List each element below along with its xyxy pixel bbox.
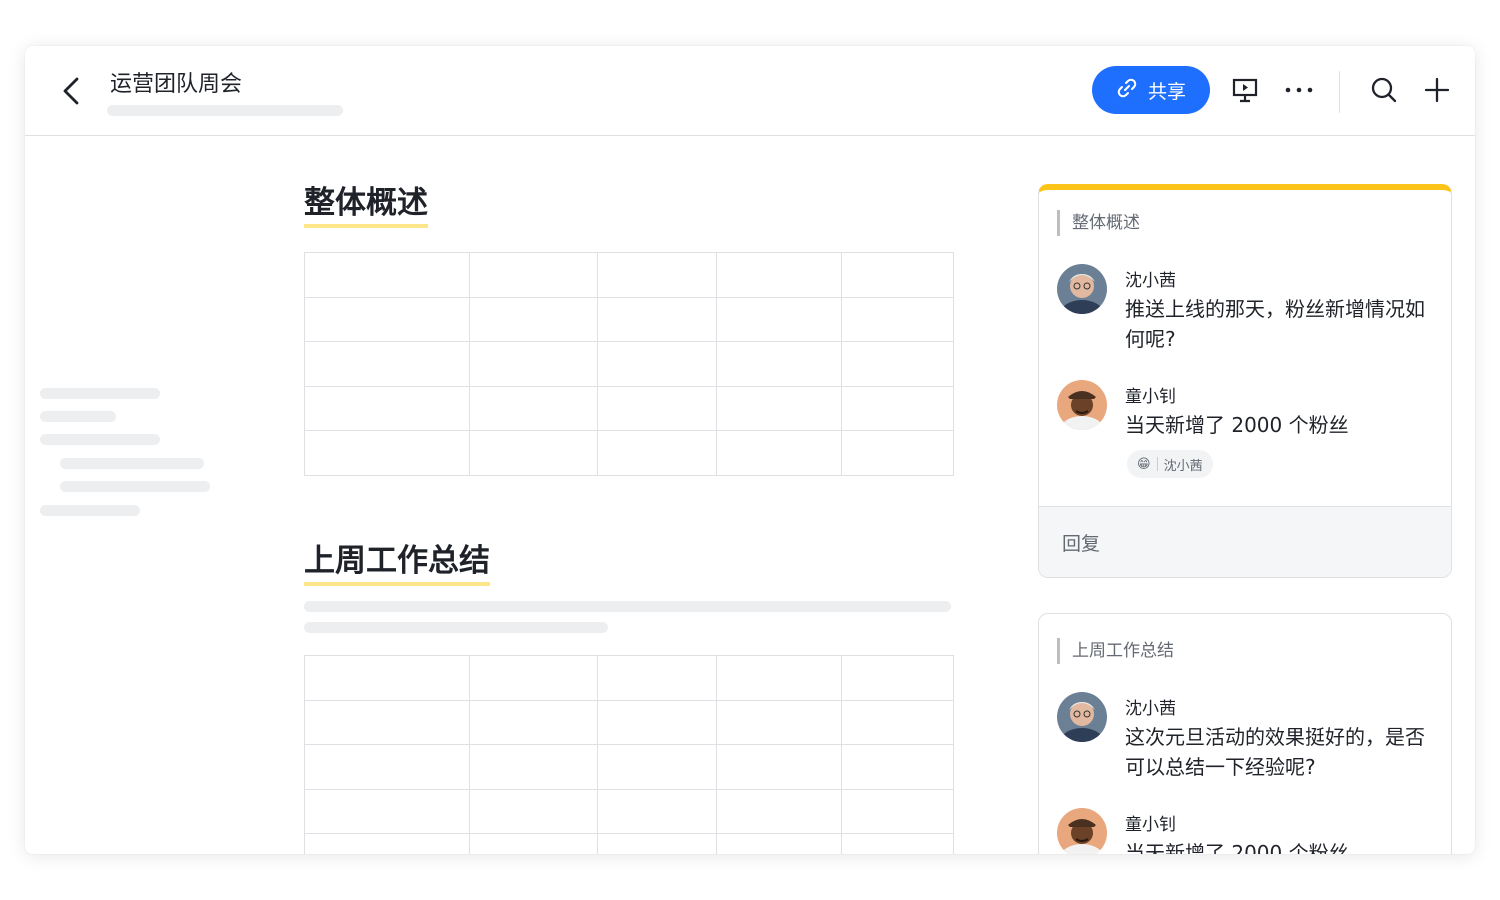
- table-row: [304, 699, 954, 745]
- reaction-chip[interactable]: 😁 沈小茜: [1127, 450, 1213, 478]
- comment-quote: 整体概述: [1057, 210, 1140, 236]
- outline-item[interactable]: [40, 505, 140, 516]
- comment-text: 当天新增了 2000 个粉丝: [1125, 841, 1349, 854]
- reply-placeholder: 回复: [1062, 533, 1101, 555]
- comment-card[interactable]: 上周工作总结 沈小茜 这次元旦活动的效果挺好的，是否可以总结一下经验呢? 童小钊…: [1038, 613, 1452, 854]
- share-button[interactable]: 共享: [1092, 66, 1210, 114]
- reaction-user: 沈小茜: [1163, 458, 1203, 474]
- table-row: [304, 833, 954, 854]
- comment-text: 当天新增了 2000 个粉丝: [1125, 413, 1349, 437]
- summary-table[interactable]: [304, 655, 954, 854]
- table-row: [304, 788, 954, 834]
- title-placeholder-bar: [107, 105, 343, 116]
- overview-table[interactable]: [304, 252, 954, 476]
- comment-author: 童小钊: [1125, 815, 1176, 835]
- comment-quote: 上周工作总结: [1057, 638, 1174, 664]
- comment-author: 沈小茜: [1125, 271, 1176, 291]
- comment-text: 推送上线的那天，粉丝新增情况如何呢?: [1125, 297, 1425, 351]
- link-icon: [1116, 77, 1138, 104]
- text-placeholder-line: [304, 601, 951, 612]
- avatar: [1057, 808, 1107, 854]
- table-row: [304, 655, 954, 701]
- outline-subitem[interactable]: [60, 458, 204, 469]
- share-label: 共享: [1147, 80, 1186, 103]
- table-row: [304, 341, 954, 387]
- grin-emoji-icon: 😁: [1137, 456, 1151, 472]
- section-heading-overview: 整体概述: [304, 185, 428, 228]
- header-divider: [1339, 71, 1340, 113]
- comment-card[interactable]: 整体概述 沈小茜 推送上线的那天，粉丝新增情况如何呢? 童小钊 当天新增了 20…: [1038, 184, 1452, 578]
- more-icon[interactable]: [1281, 72, 1317, 108]
- avatar: [1057, 692, 1107, 742]
- search-icon[interactable]: [1366, 72, 1402, 108]
- table-row: [304, 385, 954, 431]
- comment-text: 这次元旦活动的效果挺好的，是否可以总结一下经验呢?: [1125, 725, 1425, 779]
- text-placeholder-line: [304, 622, 608, 633]
- table-row: [304, 296, 954, 342]
- avatar: [1057, 380, 1107, 430]
- comment-author: 沈小茜: [1125, 699, 1176, 719]
- table-row: [304, 252, 954, 298]
- app-window: 运营团队周会 共享 整体概述 上周工作总结 整体概述 沈小茜 推送上线的那天，粉…: [25, 46, 1475, 854]
- presentation-icon[interactable]: [1227, 72, 1263, 108]
- section-heading-summary: 上周工作总结: [304, 543, 490, 586]
- reply-input[interactable]: 回复: [1039, 506, 1451, 577]
- back-arrow-icon[interactable]: [55, 71, 89, 111]
- outline-item[interactable]: [40, 434, 160, 445]
- plus-icon[interactable]: [1419, 72, 1455, 108]
- reaction-separator: [1156, 457, 1158, 471]
- outline-item[interactable]: [40, 411, 116, 422]
- table-row: [304, 430, 954, 476]
- top-bar: 运营团队周会 共享: [25, 46, 1475, 136]
- comment-author: 童小钊: [1125, 387, 1176, 407]
- table-row: [304, 744, 954, 790]
- avatar: [1057, 264, 1107, 314]
- document-title: 运营团队周会: [110, 72, 243, 97]
- outline-item[interactable]: [40, 388, 160, 399]
- outline-subitem[interactable]: [60, 481, 210, 492]
